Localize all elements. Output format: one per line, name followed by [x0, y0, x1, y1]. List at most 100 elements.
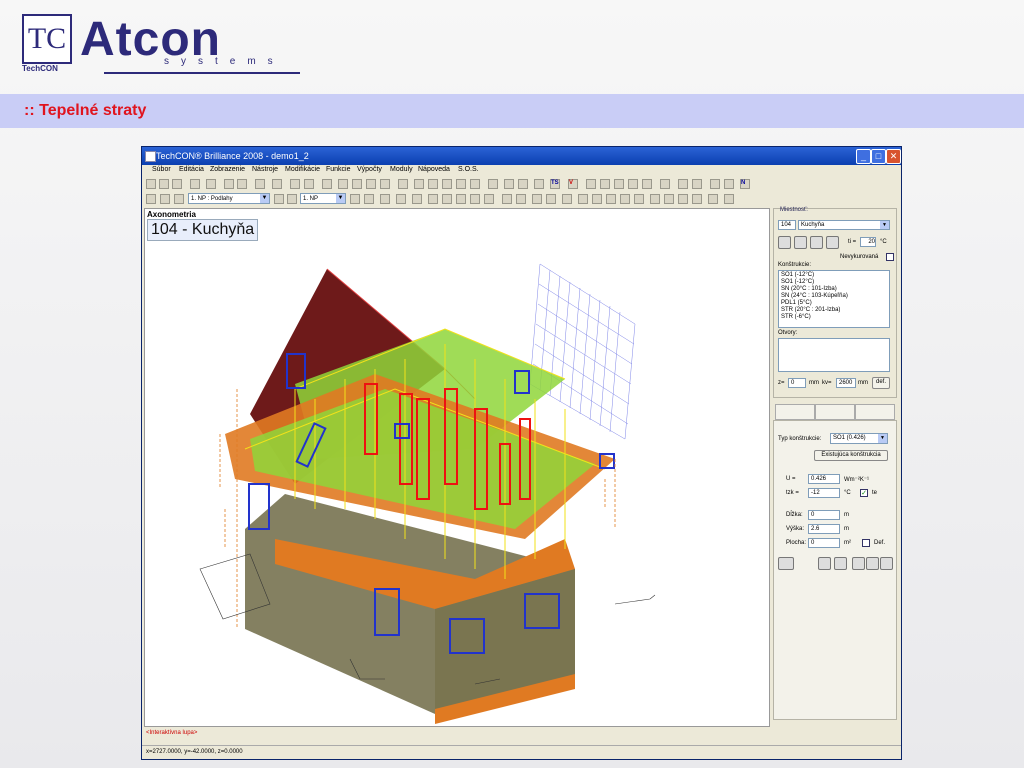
pencil-icon[interactable]: [724, 194, 734, 204]
inspect-icon[interactable]: [778, 557, 794, 570]
zoom-all-icon[interactable]: [352, 179, 362, 189]
te-checkbox[interactable]: ✓: [860, 489, 868, 497]
list-item[interactable]: SO1 (-12°C): [781, 279, 887, 286]
tzk-field[interactable]: -12: [808, 488, 840, 498]
chart-icon[interactable]: [380, 194, 390, 204]
diamond-icon[interactable]: [708, 194, 718, 204]
fill-tool-icon[interactable]: [692, 179, 702, 189]
cursor-icon[interactable]: [504, 179, 514, 189]
frame-icon[interactable]: [562, 194, 572, 204]
save-icon[interactable]: [172, 179, 182, 189]
menu-nastroje[interactable]: Nástroje: [252, 166, 278, 173]
layers-icon[interactable]: [255, 179, 265, 189]
room-number-field[interactable]: 104: [778, 220, 796, 230]
z-field[interactable]: 0: [788, 378, 806, 388]
north-toggle-icon[interactable]: N: [740, 179, 750, 189]
plus-icon[interactable]: [428, 194, 438, 204]
length-field[interactable]: 0: [808, 510, 840, 520]
list-item[interactable]: SO1 (-12°C): [781, 272, 887, 279]
height-field[interactable]: 2.6: [808, 524, 840, 534]
circle-tool-icon[interactable]: [628, 179, 638, 189]
axonometric-viewport[interactable]: Axonometria 104 - Kuchyňa: [144, 208, 770, 727]
crosshair-icon[interactable]: [396, 194, 406, 204]
room-edit-icon[interactable]: [794, 236, 807, 249]
slab-icon[interactable]: [470, 194, 480, 204]
openings-list[interactable]: [778, 338, 890, 372]
building-3d-model[interactable]: [145, 209, 771, 728]
align-center-icon[interactable]: [664, 194, 674, 204]
menu-funkcie[interactable]: Funkcie: [326, 166, 351, 173]
ti-field[interactable]: 20: [860, 237, 876, 247]
list-item[interactable]: SN (20°C : 101-Izba): [781, 286, 887, 293]
building-icon[interactable]: [304, 179, 314, 189]
rectangle-tool-icon[interactable]: [614, 179, 624, 189]
redo-icon[interactable]: [237, 179, 247, 189]
menu-zobrazenie[interactable]: Zobrazenie: [210, 166, 245, 173]
kv-field[interactable]: 2600: [836, 378, 856, 388]
lock-icon[interactable]: [174, 194, 184, 204]
room-delete-icon[interactable]: [810, 236, 823, 249]
paste-icon[interactable]: [272, 179, 282, 189]
room-name-select[interactable]: Kuchyňa ▼: [798, 220, 890, 230]
construction-type-select[interactable]: SO1 (0.426) ▼: [830, 433, 888, 444]
tab-doors[interactable]: [855, 404, 895, 420]
view-north-icon[interactable]: [852, 557, 865, 570]
view-east-icon[interactable]: [866, 557, 879, 570]
wall-icon[interactable]: [442, 194, 452, 204]
refresh-icon[interactable]: [442, 179, 452, 189]
menu-subor[interactable]: Súbor: [152, 166, 171, 173]
v-toggle-icon[interactable]: V: [568, 179, 578, 189]
cross-icon[interactable]: [634, 194, 644, 204]
grid-icon[interactable]: [488, 179, 498, 189]
menu-modifikacie[interactable]: Modifikácie: [285, 166, 320, 173]
component-icon[interactable]: [532, 194, 542, 204]
snap-toggle-icon[interactable]: [724, 179, 734, 189]
color-icon[interactable]: [274, 194, 284, 204]
list-item[interactable]: PDL1 (5°C): [781, 300, 887, 307]
wave-icon[interactable]: [678, 194, 688, 204]
unheated-checkbox[interactable]: [886, 253, 894, 261]
ts-toggle-icon[interactable]: TS: [550, 179, 560, 189]
zoom-out-icon[interactable]: [380, 179, 390, 189]
wave-wall-icon[interactable]: [818, 557, 831, 570]
window-tool-icon[interactable]: [592, 194, 602, 204]
minimize-button[interactable]: _: [856, 149, 871, 164]
beam-icon[interactable]: [456, 194, 466, 204]
line-tool-icon[interactable]: [586, 179, 596, 189]
table-icon[interactable]: [516, 194, 526, 204]
roof-tool-icon[interactable]: [578, 194, 588, 204]
hatch-tool-icon[interactable]: [678, 179, 688, 189]
target-icon[interactable]: [412, 194, 422, 204]
layer-manager-icon[interactable]: [146, 194, 156, 204]
layer-select[interactable]: 1. NP : Podlahy ▼: [188, 193, 270, 204]
def-checkbox[interactable]: [862, 539, 870, 547]
properties-icon[interactable]: [350, 194, 360, 204]
stair-icon[interactable]: [484, 194, 494, 204]
existing-construction-button[interactable]: Existujúca konštrukcia: [814, 450, 888, 461]
plot-icon[interactable]: [834, 557, 847, 570]
render-icon[interactable]: [456, 179, 466, 189]
pan-icon[interactable]: [428, 179, 438, 189]
def-button[interactable]: def.: [872, 377, 890, 389]
measure-icon[interactable]: [470, 179, 480, 189]
area-field[interactable]: 0: [808, 538, 840, 548]
undo-icon[interactable]: [224, 179, 234, 189]
dimension-tool-icon[interactable]: [660, 179, 670, 189]
print-icon[interactable]: [190, 179, 200, 189]
hint-icon[interactable]: [206, 179, 216, 189]
u-field[interactable]: 0.426: [808, 474, 840, 484]
menu-sos[interactable]: S.O.S.: [458, 166, 479, 173]
delete-icon[interactable]: [620, 194, 630, 204]
zoom-window-icon[interactable]: [322, 179, 332, 189]
zoom-prev-icon[interactable]: [338, 179, 348, 189]
door-tool-icon[interactable]: [606, 194, 616, 204]
move-icon[interactable]: [414, 179, 424, 189]
object-icon[interactable]: [546, 194, 556, 204]
arc-tool-icon[interactable]: [642, 179, 652, 189]
list-item[interactable]: STR (-6°C): [781, 314, 887, 321]
close-button[interactable]: ✕: [886, 149, 901, 164]
floor-select[interactable]: 1. NP ▼: [300, 193, 346, 204]
room-copy-icon[interactable]: [826, 236, 839, 249]
bulb-floor-icon[interactable]: [287, 194, 297, 204]
list-item[interactable]: STR (20°C : 201-Izba): [781, 307, 887, 314]
